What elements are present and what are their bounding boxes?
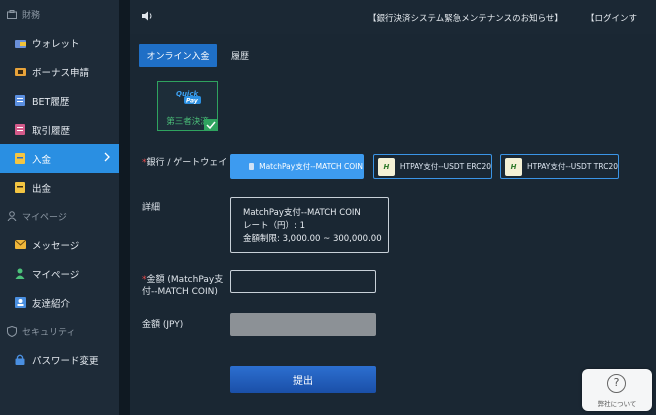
transaction-icon [14,124,26,136]
finance-icon [6,8,18,20]
section-label: マイページ [22,212,67,223]
sidebar-item-label: BET履歴 [32,96,70,108]
question-icon: ? [607,374,626,393]
htpay-logo-icon: H [378,157,395,176]
chevron-right-icon [104,152,110,165]
sidebar-item-bonus[interactable]: ボーナス申請 [0,57,119,86]
wallet-icon [14,37,26,49]
section-label: セキュリティ [22,327,76,338]
section-label: 財務 [22,10,41,21]
detail-limit: 金額制限: 3,000.00 ~ 300,000.00 [243,234,382,244]
maintenance-notice[interactable]: 【銀行決済システム緊急メンテナンスのお知らせ】 [368,12,563,24]
sidebar-item-label: パスワード変更 [32,355,99,367]
gateway-option-label: HTPAY支付--USDT ERC20 [399,162,491,171]
sidebar-item-label: マイページ [32,269,80,281]
deposit-icon [14,153,26,165]
sidebar-item-label: 取引履歴 [32,125,71,137]
section-finance: 財務 [0,0,119,28]
sidebar-item-mypage[interactable]: マイページ [0,259,119,288]
gateway-label: *銀行 / ゲートウェイ [142,158,228,168]
detail-method: MatchPay支付--MATCH COIN [243,208,361,218]
sidebar-item-transactions[interactable]: 取引履歴 [0,115,119,144]
detail-box: MatchPay支付--MATCH COIN レート（円）: 1 金額制限: 3… [230,197,389,253]
quickpay-option[interactable]: Quick Pay 第三者決済 [157,81,218,131]
person-icon [14,268,26,280]
bet-history-icon [14,95,26,107]
sidebar-item-label: ウォレット [32,38,80,50]
gateway-option-htpay-trc20[interactable]: H HTPAY支付--USDT TRC20 [500,154,619,179]
tab-online-deposit[interactable]: オンライン入金 [139,44,217,67]
jpy-amount-field [230,313,376,336]
lock-icon [14,354,26,366]
section-security: セキュリティ [0,317,119,345]
bonus-icon [14,66,26,78]
matchpay-logo-icon [249,163,255,170]
sidebar-divider [119,0,130,415]
detail-label: 詳細 [142,203,161,213]
withdraw-icon [14,182,26,194]
check-icon [204,119,218,131]
detail-rate: レート（円）: 1 [243,221,305,231]
amount-label: *金額 (MatchPay支 付--MATCH COIN) [142,275,224,297]
amount-input[interactable] [230,270,376,293]
notice-bar: 【銀行決済システム緊急メンテナンスのお知らせ】 【ログインす [130,0,656,34]
sidebar-item-deposit[interactable]: 入金 [0,144,119,173]
about-label: 弊社について [597,400,637,408]
login-link[interactable]: 【ログインす [586,12,637,24]
main-panel: 【銀行決済システム緊急メンテナンスのお知らせ】 【ログインす オンライン入金 履… [130,0,656,415]
sidebar-item-label: 出金 [32,183,52,195]
sidebar-item-wallet[interactable]: ウォレット [0,28,119,57]
sidebar-item-label: 入金 [32,154,52,166]
mail-icon [14,239,26,251]
sidebar-item-label: メッセージ [32,240,80,252]
sidebar-item-password[interactable]: パスワード変更 [0,345,119,374]
sidebar-item-messages[interactable]: メッセージ [0,230,119,259]
gateway-option-matchpay[interactable]: MatchPay支付--MATCH COIN [230,154,364,179]
user-icon [6,210,18,222]
svg-text:Pay: Pay [186,98,199,105]
section-mypage: マイページ [0,202,119,230]
sidebar-item-withdraw[interactable]: 出金 [0,173,119,202]
tab-history[interactable]: 履歴 [224,44,256,67]
sidebar-item-bet-history[interactable]: BET履歴 [0,86,119,115]
submit-button[interactable]: 提出 [230,366,376,393]
quickpay-logo-icon: Quick Pay [176,90,201,105]
jpy-label: 金額 (JPY) [142,320,184,330]
speaker-icon [142,11,153,24]
gateway-option-label: MatchPay支付--MATCH COIN [259,162,363,171]
sidebar-item-label: ボーナス申請 [32,67,90,79]
sidebar-item-label: 友達紹介 [32,298,71,310]
about-widget[interactable]: ? 弊社について [582,369,652,411]
sidebar-item-invite[interactable]: 友達紹介 [0,288,119,317]
gateway-option-label: HTPAY支付--USDT TRC20 [527,162,618,171]
sidebar: 財務 ウォレット ボーナス申請 BET履歴 取引履歴 入金 出金 マイページ メ… [0,0,119,415]
shield-icon [6,325,18,337]
gateway-option-htpay-erc20[interactable]: H HTPAY支付--USDT ERC20 [373,154,492,179]
invite-icon [14,297,26,309]
htpay-logo-icon: H [505,157,522,176]
